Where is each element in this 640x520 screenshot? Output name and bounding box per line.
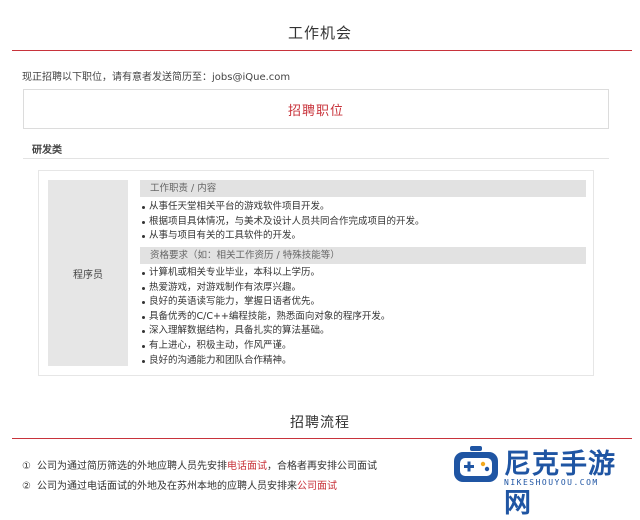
requirements-heading: 资格要求（如：相关工作资历 / 特殊技能等） (140, 247, 586, 264)
process-step-2: ② 公司为通过电话面试的外地及在苏州本地的应聘人员安排来公司面试 (22, 477, 337, 492)
job-name-cell: 程序员 (48, 180, 128, 366)
step-number: ② (22, 481, 31, 492)
duties-list: 从事任天堂相关平台的游戏软件项目开发。 根据项目具体情况，与美术及设计人员共同合… (140, 200, 586, 244)
list-item: 从事任天堂相关平台的游戏软件项目开发。 (140, 200, 586, 215)
site-watermark: 尼克手游网 NIKESHOUYOU.COM (452, 438, 640, 519)
list-item: 从事与项目有关的工具软件的开发。 (140, 229, 586, 244)
watermark-sub: NIKESHOUYOU.COM (504, 478, 599, 487)
step-highlight: 公司面试 (296, 481, 337, 492)
gamepad-logo-icon (454, 446, 498, 482)
step-text: 公司为通过电话面试的外地及在苏州本地的应聘人员安排来 (36, 481, 297, 492)
step-number: ① (22, 461, 31, 472)
step-highlight: 电话面试 (226, 461, 267, 472)
list-item: 计算机或相关专业毕业，本科以上学历。 (140, 266, 586, 281)
step-text: 公司为通过简历筛选的外地应聘人员先安排 (36, 461, 227, 472)
category-divider (23, 158, 609, 159)
recruit-positions-box: 招聘职位 (23, 89, 609, 129)
list-item: 深入理解数据结构，具备扎实的算法基础。 (140, 324, 586, 339)
header-divider (12, 50, 632, 51)
duties-heading: 工作职责 / 内容 (140, 180, 586, 197)
list-item: 良好的沟通能力和团队合作精神。 (140, 354, 586, 369)
category-label: 研发类 (32, 145, 62, 156)
intro-text: 现正招聘以下职位，请有意者发送简历至：jobs@iQue.com (22, 72, 291, 83)
step-text-tail: ，合格者再安排公司面试 (266, 461, 377, 472)
job-card: 程序员 工作职责 / 内容 从事任天堂相关平台的游戏软件项目开发。 根据项目具体… (38, 170, 594, 376)
job-name: 程序员 (73, 269, 103, 281)
list-item: 有上进心，积极主动，作风严谨。 (140, 339, 586, 354)
process-step-1: ① 公司为通过简历筛选的外地应聘人员先安排电话面试，合格者再安排公司面试 (22, 457, 377, 472)
list-item: 热爱游戏，对游戏制作有浓厚兴趣。 (140, 281, 586, 296)
page-header-title: 工作机会 (287, 24, 352, 42)
list-item: 具备优秀的C/C++编程技能，熟悉面向对象的程序开发。 (140, 310, 586, 325)
recruit-positions-title: 招聘职位 (287, 103, 344, 119)
list-item: 根据项目具体情况，与美术及设计人员共同合作完成项目的开发。 (140, 215, 586, 230)
process-title: 招聘流程 (290, 415, 350, 431)
list-item: 良好的英语读写能力，掌握日语者优先。 (140, 295, 586, 310)
requirements-list: 计算机或相关专业毕业，本科以上学历。 热爱游戏，对游戏制作有浓厚兴趣。 良好的英… (140, 266, 586, 368)
